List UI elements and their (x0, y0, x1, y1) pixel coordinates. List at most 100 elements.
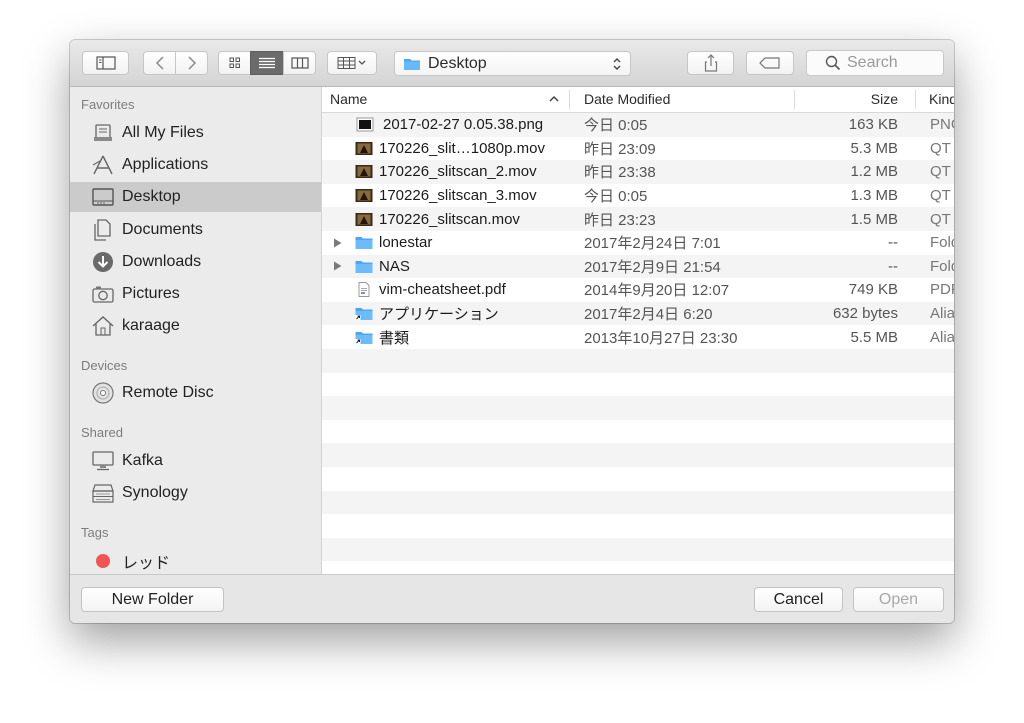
file-date: 今日 0:05 (584, 188, 648, 206)
sort-ascending-icon (549, 95, 559, 102)
new-folder-button[interactable]: New Folder (81, 587, 224, 612)
share-icon (704, 54, 717, 72)
column-view-button[interactable] (283, 51, 316, 75)
search-field[interactable]: Search (806, 50, 944, 76)
file-kind: Fold (930, 234, 954, 252)
file-kind: PDF (930, 281, 954, 299)
column-date-header[interactable]: Date Modified (584, 91, 670, 107)
file-size: 1.3 MB (850, 187, 898, 205)
share-button[interactable] (687, 51, 734, 75)
downloads-icon (92, 251, 114, 273)
sidebar-item-kafka[interactable]: Kafka (70, 446, 321, 476)
file-row[interactable]: 書類 2013年10月27日 23:30 5.5 MB Alia (322, 325, 954, 349)
open-button[interactable]: Open (853, 587, 944, 612)
location-label: Desktop (428, 54, 487, 72)
file-row[interactable]: 170226_slitscan.mov 昨日 23:23 1.5 MB QT (322, 207, 954, 231)
icon-view-button[interactable] (218, 51, 251, 75)
column-divider[interactable] (569, 90, 570, 109)
sidebar-item-label: Desktop (122, 188, 181, 205)
file-row[interactable]: vim-cheatsheet.pdf 2014年9月20日 12:07 749 … (322, 278, 954, 302)
sidebar-item-downloads[interactable]: Downloads (70, 247, 321, 277)
file-size: 163 KB (848, 116, 898, 134)
file-kind: QT (930, 163, 951, 181)
file-row[interactable]: lonestar 2017年2月24日 7:01 -- Fold (322, 231, 954, 255)
sidebar-item-label: Remote Disc (122, 384, 214, 401)
empty-row (322, 561, 954, 574)
server-icon (92, 482, 114, 504)
view-mode-group (218, 51, 316, 75)
file-size: 632 bytes (832, 305, 898, 323)
file-row[interactable]: 170226_slitscan_2.mov 昨日 23:38 1.2 MB QT (322, 160, 954, 184)
sidebar-item-desktop[interactable]: Desktop (70, 182, 321, 212)
cancel-button[interactable]: Cancel (754, 587, 843, 612)
movie-file-icon (355, 189, 373, 203)
file-kind: PNG (930, 116, 954, 134)
file-kind: Alia (930, 328, 954, 346)
tag-button[interactable] (746, 51, 794, 75)
sidebar-item-label: Pictures (122, 285, 180, 302)
sidebar-item-documents[interactable]: Documents (70, 215, 321, 245)
column-header: Name Date Modified Size Kind (322, 87, 954, 113)
file-row[interactable]: 170226_slit…1080p.mov 昨日 23:09 5.3 MB QT (322, 137, 954, 161)
file-name: 書類 (379, 329, 410, 347)
file-size: 5.3 MB (850, 139, 898, 157)
column-divider[interactable] (915, 90, 916, 109)
column-divider[interactable] (794, 90, 795, 109)
file-row[interactable]: アプリケーション 2017年2月4日 6:20 632 bytes Alia (322, 301, 954, 326)
file-name: 170226_slitscan.mov (379, 210, 520, 228)
column-name-header[interactable]: Name (330, 91, 367, 107)
file-name: lonestar (379, 234, 433, 252)
sidebar-item-home[interactable]: karaage (70, 311, 321, 341)
movie-file-icon (355, 141, 373, 155)
file-row[interactable]: 170226_slitscan_3.mov 今日 0:05 1.3 MB QT (322, 184, 954, 208)
documents-icon (92, 219, 114, 241)
columns-icon (290, 57, 309, 69)
column-size-header[interactable]: Size (871, 91, 898, 107)
back-button[interactable] (143, 51, 176, 75)
empty-row (322, 373, 954, 397)
file-date: 今日 0:05 (584, 117, 648, 135)
file-name: NAS (379, 257, 410, 275)
list-view-button[interactable] (250, 51, 284, 75)
forward-button[interactable] (175, 51, 208, 75)
sidebar-item-label: Downloads (122, 253, 202, 270)
file-date: 2017年2月9日 21:54 (584, 258, 721, 276)
file-name: 170226_slit…1080p.mov (379, 139, 545, 157)
sidebar-item-pictures[interactable]: Pictures (70, 279, 321, 309)
empty-row (322, 396, 954, 420)
tags-header: Tags (81, 525, 109, 540)
arrange-button[interactable] (327, 51, 377, 75)
tag-icon (759, 57, 780, 69)
file-name: 2017-02-27 0.05.38.png (383, 116, 544, 134)
disclosure-triangle-icon[interactable] (333, 238, 342, 248)
favorites-header: Favorites (81, 97, 135, 112)
empty-row (322, 420, 954, 444)
computer-icon (92, 450, 114, 472)
arrange-icon (337, 57, 366, 69)
location-popup[interactable]: Desktop (394, 51, 631, 76)
sidebar-toggle-button[interactable] (82, 51, 129, 75)
folder-icon (355, 260, 373, 273)
file-size: -- (888, 257, 898, 275)
sidebar-icon (95, 56, 116, 70)
sidebar-item-all-my-files[interactable]: All My Files (70, 118, 321, 148)
devices-header: Devices (81, 358, 128, 373)
empty-row (322, 443, 954, 467)
camera-icon (92, 283, 114, 305)
file-size: 1.5 MB (850, 210, 898, 228)
sidebar-item-synology[interactable]: Synology (70, 478, 321, 508)
disclosure-triangle-icon[interactable] (333, 261, 342, 271)
file-kind: QT (930, 187, 951, 205)
file-row[interactable]: NAS 2017年2月9日 21:54 -- Fold (322, 254, 954, 279)
sidebar-item-applications[interactable]: Applications (70, 150, 321, 180)
file-date: 昨日 23:09 (584, 140, 656, 158)
sidebar-item-tag-red[interactable]: レッド (70, 546, 321, 574)
sidebar-item-label: Documents (122, 221, 203, 238)
file-row[interactable]: 2017-02-27 0.05.38.png 今日 0:05 163 KB PN… (322, 113, 954, 137)
file-name: アプリケーション (379, 306, 499, 324)
file-size: 5.5 MB (850, 328, 898, 346)
sidebar-item-remote-disc[interactable]: Remote Disc (70, 378, 321, 408)
applications-icon (92, 154, 114, 176)
column-kind-header[interactable]: Kind (929, 91, 954, 107)
file-date: 昨日 23:38 (584, 164, 656, 182)
